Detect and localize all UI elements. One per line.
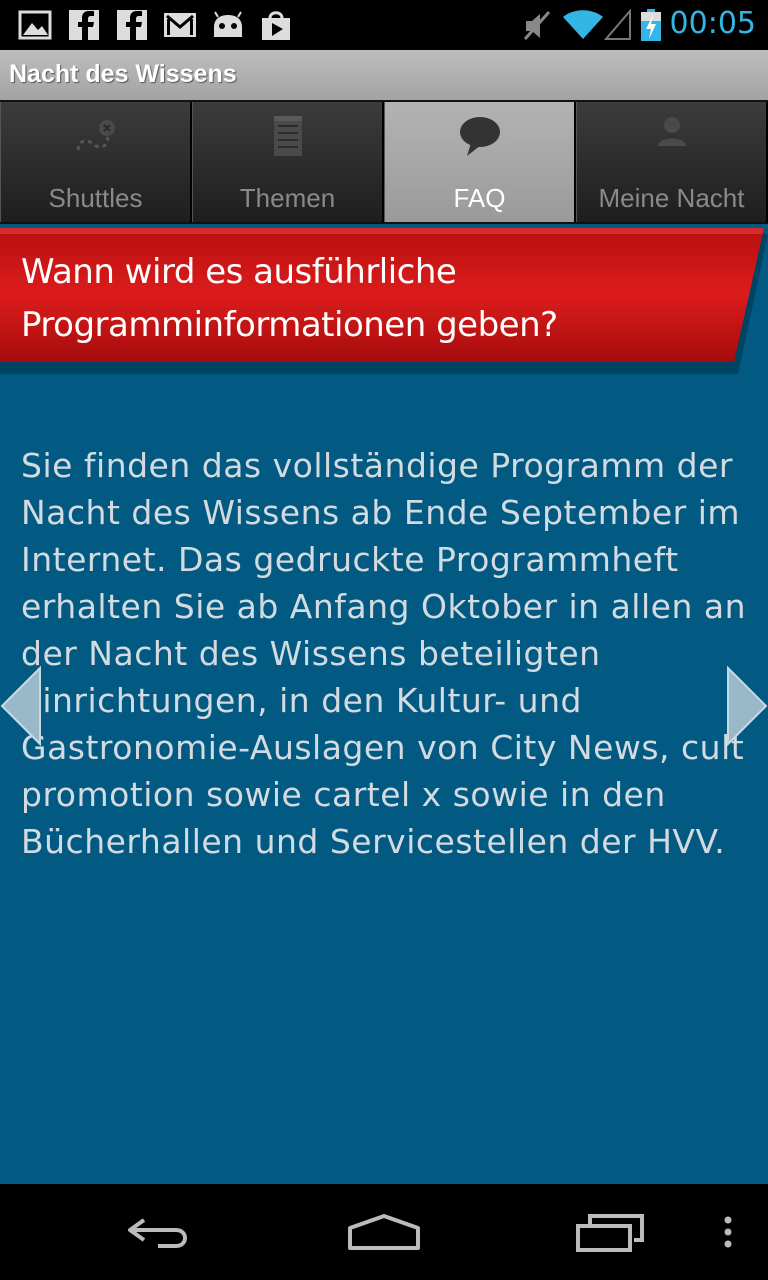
facebook-icon <box>117 10 147 41</box>
app-title: Nacht des Wissens <box>9 60 237 88</box>
system-navigation-bar <box>0 1184 768 1280</box>
tab-faq[interactable]: FAQ <box>384 102 576 222</box>
tab-bar: Shuttles Themen FAQ Meine Nacht <box>0 100 768 224</box>
facebook-icon <box>69 10 99 41</box>
previous-arrow-icon[interactable] <box>0 666 42 746</box>
tab-label: FAQ <box>453 183 506 213</box>
question-line: Programminformationen geben? <box>21 305 558 345</box>
tab-label: Shuttles <box>48 183 143 213</box>
recent-apps-icon[interactable] <box>572 1210 648 1254</box>
notepad-icon <box>273 116 302 156</box>
mute-icon <box>523 11 551 40</box>
overflow-menu-icon[interactable] <box>718 1210 738 1254</box>
gmail-icon <box>164 13 196 37</box>
tab-themen[interactable]: Themen <box>192 102 384 222</box>
back-icon[interactable] <box>124 1210 196 1254</box>
battery-charging-icon <box>641 9 661 41</box>
tab-label: Themen <box>239 183 336 213</box>
speech-bubble-icon <box>459 117 500 156</box>
play-store-icon <box>262 11 290 40</box>
android-icon <box>214 11 242 37</box>
clock: 00:05 <box>669 6 756 41</box>
faq-page: Wann wird es ausführliche Programminform… <box>0 224 768 1184</box>
question-line: Wann wird es ausführliche <box>21 252 457 292</box>
tab-meine-nacht[interactable]: Meine Nacht <box>576 102 768 222</box>
faq-question: Wann wird es ausführliche Programminform… <box>21 246 721 352</box>
next-arrow-icon[interactable] <box>726 666 768 746</box>
gallery-icon <box>18 10 52 40</box>
home-icon[interactable] <box>344 1210 424 1254</box>
person-icon <box>657 117 686 146</box>
wifi-icon <box>563 10 603 39</box>
faq-answer: Sie finden das vollständige Programm der… <box>21 446 746 861</box>
tab-label: Meine Nacht <box>598 183 745 213</box>
route-icon <box>76 120 115 151</box>
status-bar: 00:05 <box>0 0 768 50</box>
action-bar: Nacht des Wissens <box>0 50 768 100</box>
tab-shuttles[interactable]: Shuttles <box>0 102 192 222</box>
signal-icon <box>604 9 631 40</box>
